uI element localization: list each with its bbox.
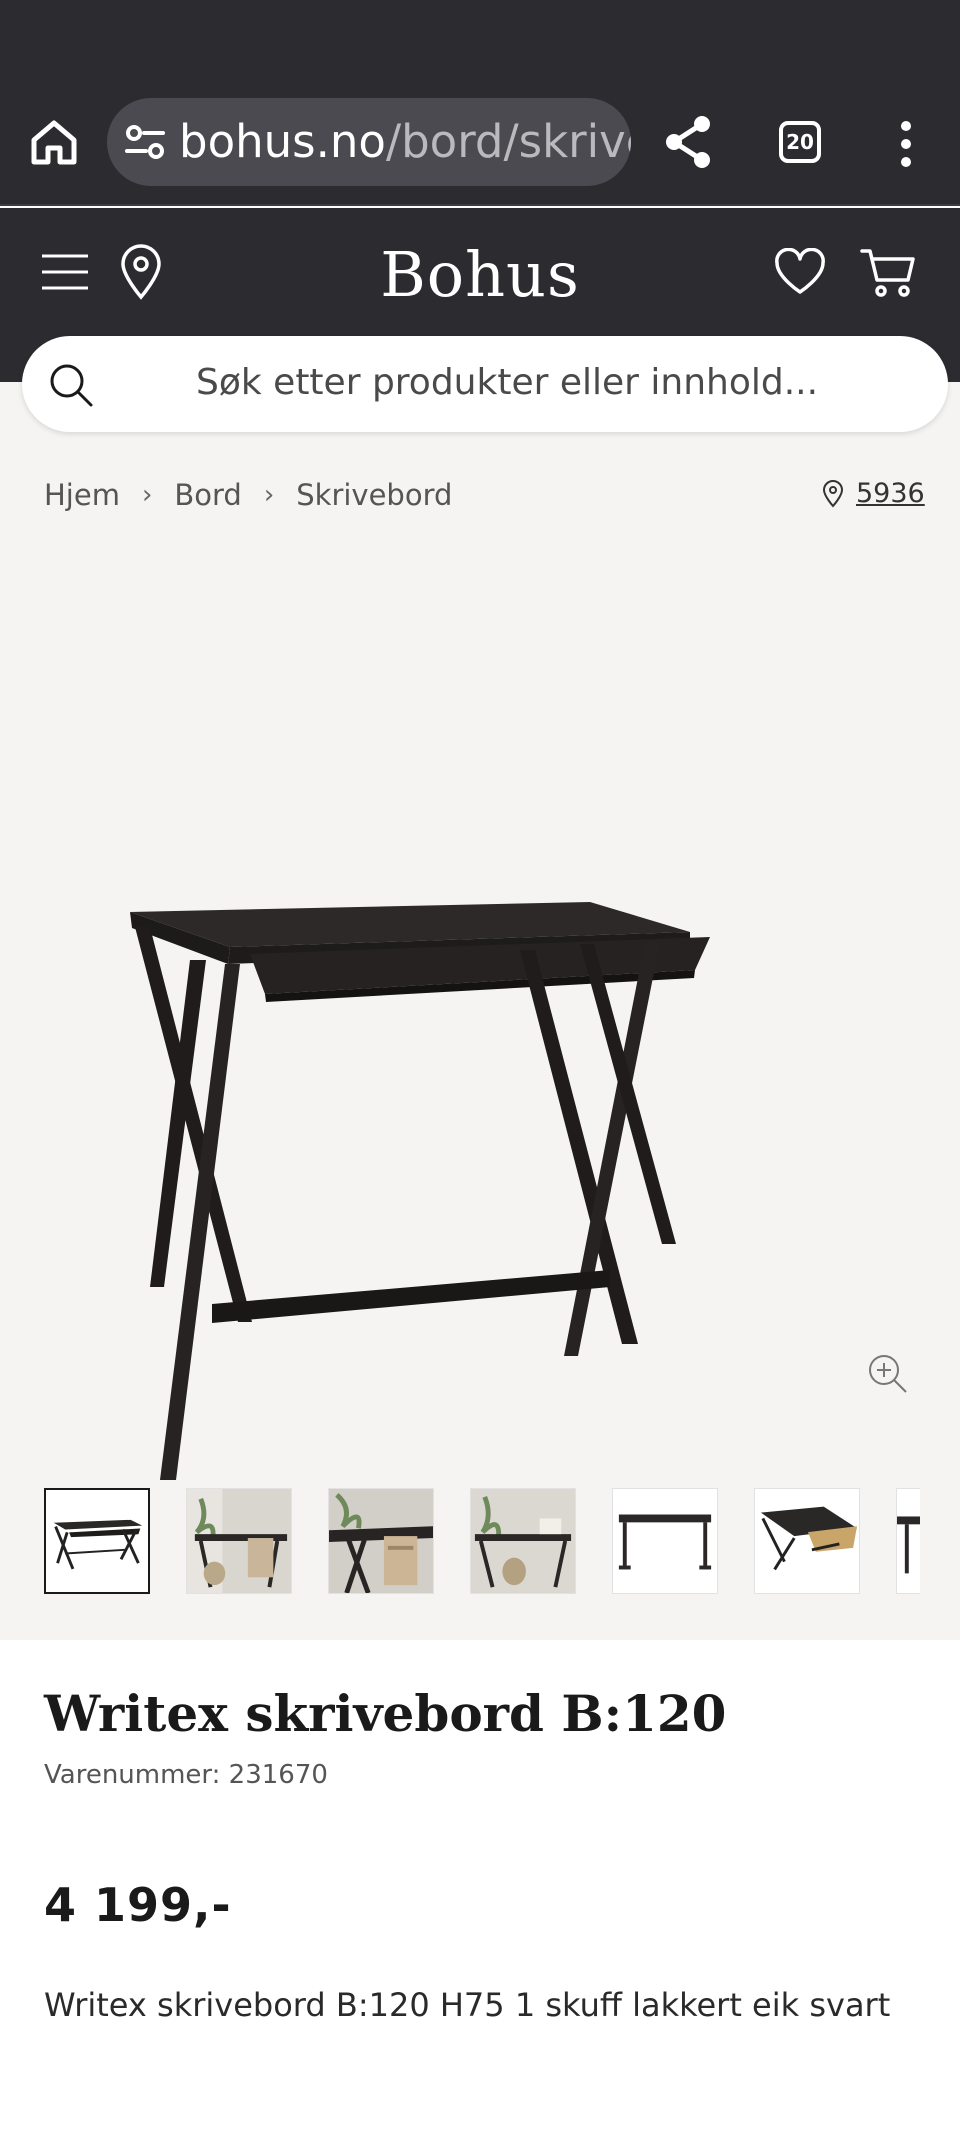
breadcrumb-separator: › [263, 480, 275, 510]
thumbnail-image [187, 1489, 291, 1593]
thumbnail-image [760, 1506, 858, 1571]
selected-store-link[interactable]: 5936 [822, 478, 925, 509]
thumbnail-strip [44, 1488, 920, 1596]
thumbnail-image [897, 1516, 920, 1574]
product-price: 4 199,- [44, 1878, 232, 1932]
wishlist-heart-icon[interactable] [774, 248, 826, 296]
url-domain: bohus.no [179, 115, 386, 168]
more-options-icon[interactable] [892, 118, 920, 170]
thumbnail-4[interactable] [470, 1488, 576, 1594]
breadcrumb-bord[interactable]: Bord [174, 478, 241, 512]
product-info: Writex skrivebord B:120 Varenummer: 2316… [0, 1640, 960, 2133]
thumbnail-7[interactable] [896, 1488, 920, 1594]
search-icon[interactable] [48, 362, 94, 408]
site-settings-icon[interactable] [125, 124, 165, 160]
tab-switcher-button[interactable]: 20 [779, 121, 821, 163]
thumbnail-5[interactable] [612, 1488, 718, 1594]
breadcrumb: Hjem › Bord › Skrivebord [44, 478, 452, 512]
thumbnail-2[interactable] [186, 1488, 292, 1594]
breadcrumb-home[interactable]: Hjem [44, 478, 120, 512]
search-bar [22, 336, 948, 432]
search-input[interactable] [196, 362, 896, 403]
store-number: 5936 [856, 478, 925, 509]
url-text: bohus.no/bord/skrive [179, 116, 631, 168]
thumbnail-3[interactable] [328, 1488, 434, 1594]
breadcrumb-separator: › [141, 480, 153, 510]
thumbnail-6[interactable] [754, 1488, 860, 1594]
thumbnail-image [53, 1519, 143, 1570]
product-description: Writex skrivebord B:120 H75 1 skuff lakk… [44, 1986, 891, 2024]
thumbnail-image [618, 1514, 712, 1570]
thumbnail-1[interactable] [44, 1488, 150, 1594]
browser-toolbar: bohus.no/bord/skrive 20 [0, 82, 960, 206]
product-gallery: Hjem › Bord › Skrivebord 5936 [0, 382, 960, 1640]
address-bar[interactable]: bohus.no/bord/skrive [107, 98, 631, 186]
home-icon[interactable] [28, 116, 80, 168]
status-bar [0, 0, 960, 82]
product-sku: Varenummer: 231670 [44, 1760, 328, 1790]
url-path: /bord/skrive [385, 115, 631, 168]
breadcrumb-skrivebord[interactable]: Skrivebord [296, 478, 452, 512]
zoom-in-icon[interactable] [866, 1352, 910, 1396]
location-pin-icon [822, 479, 844, 507]
product-title: Writex skrivebord B:120 [44, 1684, 727, 1743]
thumbnail-image [471, 1489, 575, 1593]
shopping-cart-icon[interactable] [860, 246, 916, 298]
share-icon[interactable] [664, 114, 712, 170]
thumbnail-image [329, 1489, 433, 1593]
